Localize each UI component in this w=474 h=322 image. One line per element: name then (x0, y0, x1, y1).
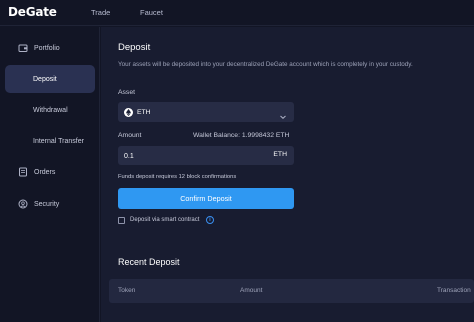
sidebar-item-security[interactable]: Security (5, 191, 95, 217)
orders-icon (18, 167, 28, 177)
eth-icon (124, 107, 133, 117)
info-icon[interactable]: i (206, 216, 214, 224)
wallet-icon (18, 43, 28, 53)
sidebar-item-portfolio[interactable]: Portfolio (5, 35, 95, 61)
amount-unit: ETH (273, 151, 287, 158)
nav-faucet[interactable]: Faucet (140, 8, 163, 17)
nav-trade[interactable]: Trade (91, 8, 110, 17)
security-icon (18, 199, 28, 209)
smart-contract-checkbox[interactable] (118, 217, 125, 224)
column-amount: Amount (240, 287, 263, 294)
sidebar-item-label: Orders (34, 168, 56, 176)
asset-label: Asset (118, 89, 135, 96)
sidebar-item-orders[interactable]: Orders (5, 159, 95, 185)
brand-name: DeGate (8, 5, 57, 19)
page-subtitle: Your assets will be deposited into your … (118, 61, 413, 68)
recent-deposit-table-header: Token Amount Transaction (109, 279, 474, 303)
asset-select[interactable]: ETH (118, 102, 294, 122)
sidebar-item-withdrawal[interactable]: Withdrawal (5, 97, 95, 123)
asset-selected-value: ETH (137, 108, 151, 116)
sidebar-item-label: Withdrawal (33, 106, 68, 114)
sidebar-item-internal-transfer[interactable]: Internal Transfer (5, 128, 95, 154)
smart-contract-label: Deposit via smart contract (130, 217, 200, 223)
confirmations-note: Funds deposit requires 12 block confirma… (118, 174, 237, 180)
recent-deposit-title: Recent Deposit (118, 257, 180, 267)
page-title: Deposit (118, 42, 151, 53)
sidebar-item-label: Portfolio (34, 44, 60, 52)
sidebar-item-label: Internal Transfer (33, 137, 84, 145)
sidebar-item-label: Security (34, 200, 60, 208)
column-token: Token (118, 287, 136, 294)
top-bar: DeGate Trade Faucet (0, 0, 474, 26)
deposit-panel: Deposit Your assets will be deposited in… (101, 27, 474, 322)
sidebar-item-label: Deposit (33, 75, 57, 83)
amount-field[interactable]: ETH (118, 146, 294, 165)
sidebar: Portfolio Deposit Withdrawal Internal Tr… (0, 27, 100, 322)
amount-input[interactable] (124, 151, 244, 161)
amount-label: Amount (118, 132, 142, 139)
brand-logo[interactable]: DeGate (8, 5, 57, 19)
column-transaction: Transaction (437, 287, 471, 294)
chevron-down-icon (279, 108, 287, 126)
confirm-deposit-button[interactable]: Confirm Deposit (118, 188, 294, 209)
wallet-balance: Wallet Balance: 1.9998432 ETH (193, 132, 290, 139)
sidebar-item-deposit[interactable]: Deposit (5, 65, 95, 93)
